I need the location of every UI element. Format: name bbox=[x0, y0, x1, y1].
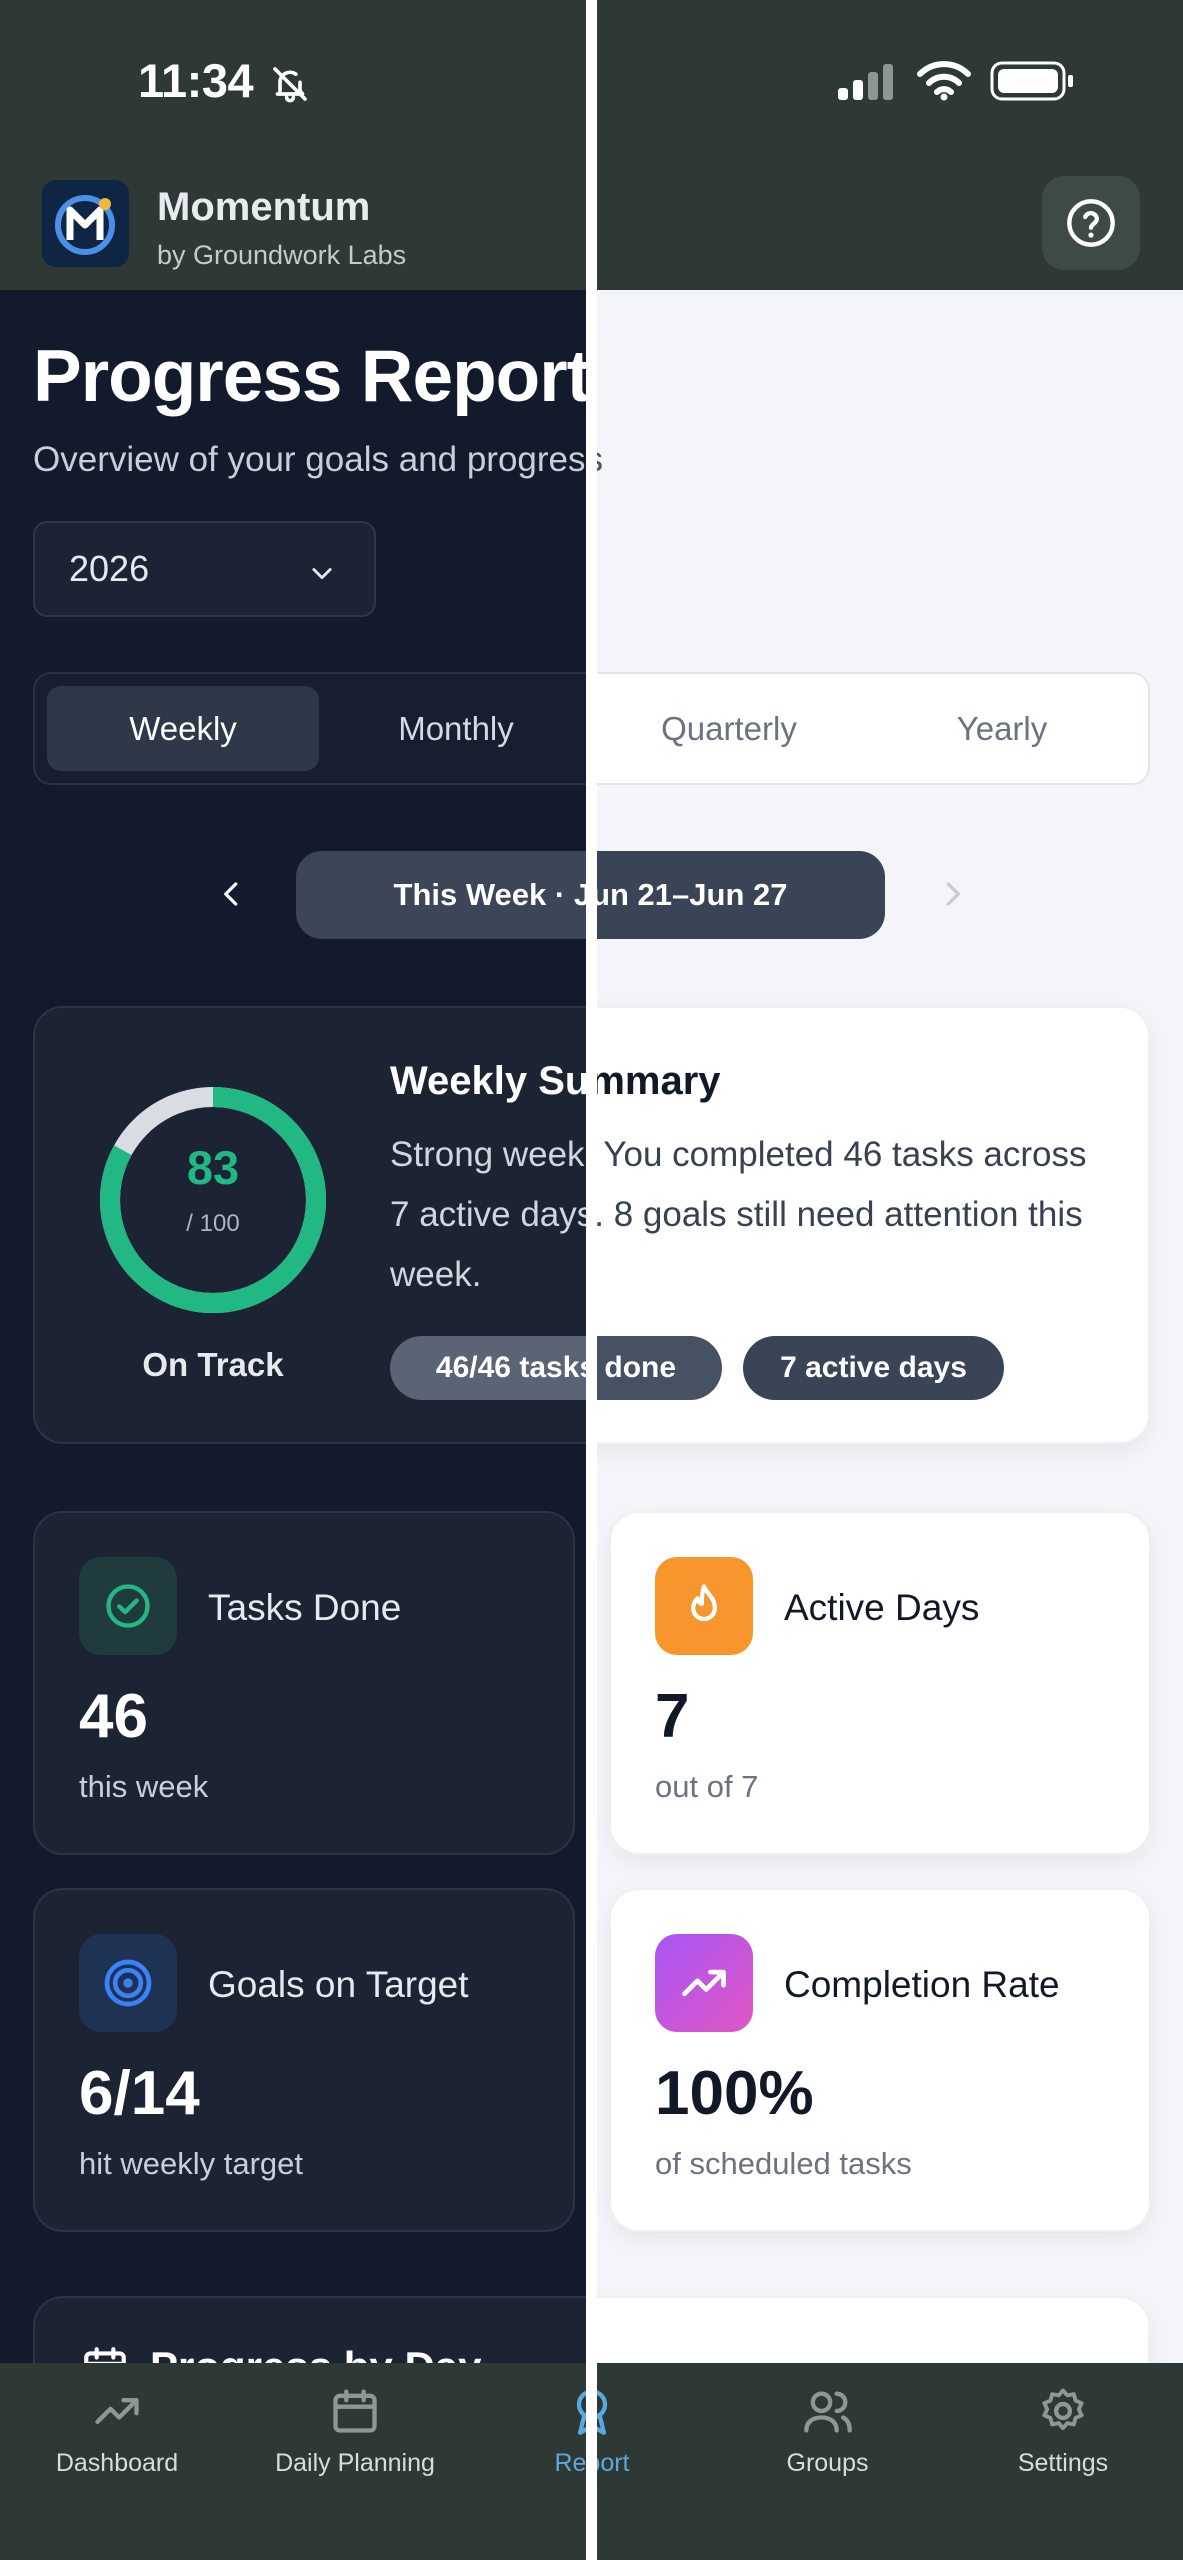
nav-label: Daily Planning bbox=[275, 2449, 435, 2477]
report-screen: 11:34 Momentum by Groundwork Labs Progre… bbox=[0, 0, 1183, 2560]
trending-up-icon bbox=[655, 1934, 753, 2032]
trend-line-icon bbox=[95, 2398, 139, 2424]
stat-value: 100% bbox=[655, 2059, 814, 2128]
comparison-divider bbox=[586, 0, 597, 2560]
nav-label: Groups bbox=[786, 2449, 869, 2477]
score-max: / 100 bbox=[186, 1210, 240, 1237]
nav-groups[interactable]: Groups bbox=[745, 2363, 910, 2478]
tab-yearly[interactable]: Yearly bbox=[866, 686, 1138, 771]
stat-title: Tasks Done bbox=[208, 1587, 402, 1628]
prev-period-button[interactable] bbox=[210, 869, 254, 919]
chevron-down-icon bbox=[312, 568, 332, 580]
stat-caption: of scheduled tasks bbox=[655, 2146, 912, 2181]
target-icon bbox=[79, 1934, 177, 2032]
stat-value: 6/14 bbox=[79, 2059, 200, 2128]
calendar-icon bbox=[333, 2389, 377, 2433]
stat-title: Active Days bbox=[784, 1587, 980, 1628]
nav-settings[interactable]: Settings bbox=[983, 2363, 1143, 2478]
score-status: On Track bbox=[142, 1346, 284, 1383]
page-title: Progress Report bbox=[33, 336, 590, 417]
nav-daily-planning[interactable]: Daily Planning bbox=[260, 2363, 450, 2478]
score-value: 83 bbox=[186, 1141, 240, 1194]
stat-title: Goals on Target bbox=[208, 1964, 469, 2005]
chevron-right-icon bbox=[946, 882, 960, 906]
check-circle-icon bbox=[79, 1557, 177, 1655]
tab-monthly[interactable]: Monthly bbox=[320, 686, 587, 771]
stat-card-tasks-done[interactable]: Tasks Done 46 this week bbox=[33, 1511, 575, 1855]
users-icon bbox=[803, 2391, 852, 2433]
tab-quarterly[interactable]: Quarterly bbox=[596, 686, 865, 771]
nav-dashboard[interactable]: Dashboard bbox=[37, 2363, 197, 2478]
stat-value: 7 bbox=[655, 1682, 690, 1751]
flame-icon bbox=[655, 1557, 753, 1655]
stat-title: Completion Rate bbox=[784, 1964, 1060, 2005]
year-select[interactable]: 2026 bbox=[33, 521, 376, 617]
stat-caption: hit weekly target bbox=[79, 2146, 303, 2181]
stat-value: 46 bbox=[79, 1682, 148, 1751]
stat-card-active-days[interactable]: Active Days 7 out of 7 bbox=[609, 1511, 1151, 1855]
stat-caption: out of 7 bbox=[655, 1769, 759, 1804]
score-ring bbox=[100, 1087, 326, 1313]
stat-card-completion-rate[interactable]: Completion Rate 100% of scheduled tasks bbox=[609, 1888, 1151, 2232]
stat-card-goals-on-target[interactable]: Goals on Target 6/14 hit weekly target bbox=[33, 1888, 575, 2232]
tab-weekly[interactable]: Weekly bbox=[47, 686, 319, 771]
stat-caption: this week bbox=[79, 1769, 209, 1804]
next-period-button[interactable] bbox=[930, 869, 974, 919]
page-subtitle: Overview of your goals and progress bbox=[33, 440, 603, 479]
nav-label: Settings bbox=[1017, 2449, 1109, 2477]
gear-icon bbox=[1042, 2388, 1084, 2431]
chevron-left-icon bbox=[224, 882, 238, 906]
year-select-value: 2026 bbox=[69, 548, 150, 589]
nav-label: Dashboard bbox=[55, 2449, 179, 2477]
active-days-badge: 7 active days bbox=[743, 1336, 1004, 1400]
